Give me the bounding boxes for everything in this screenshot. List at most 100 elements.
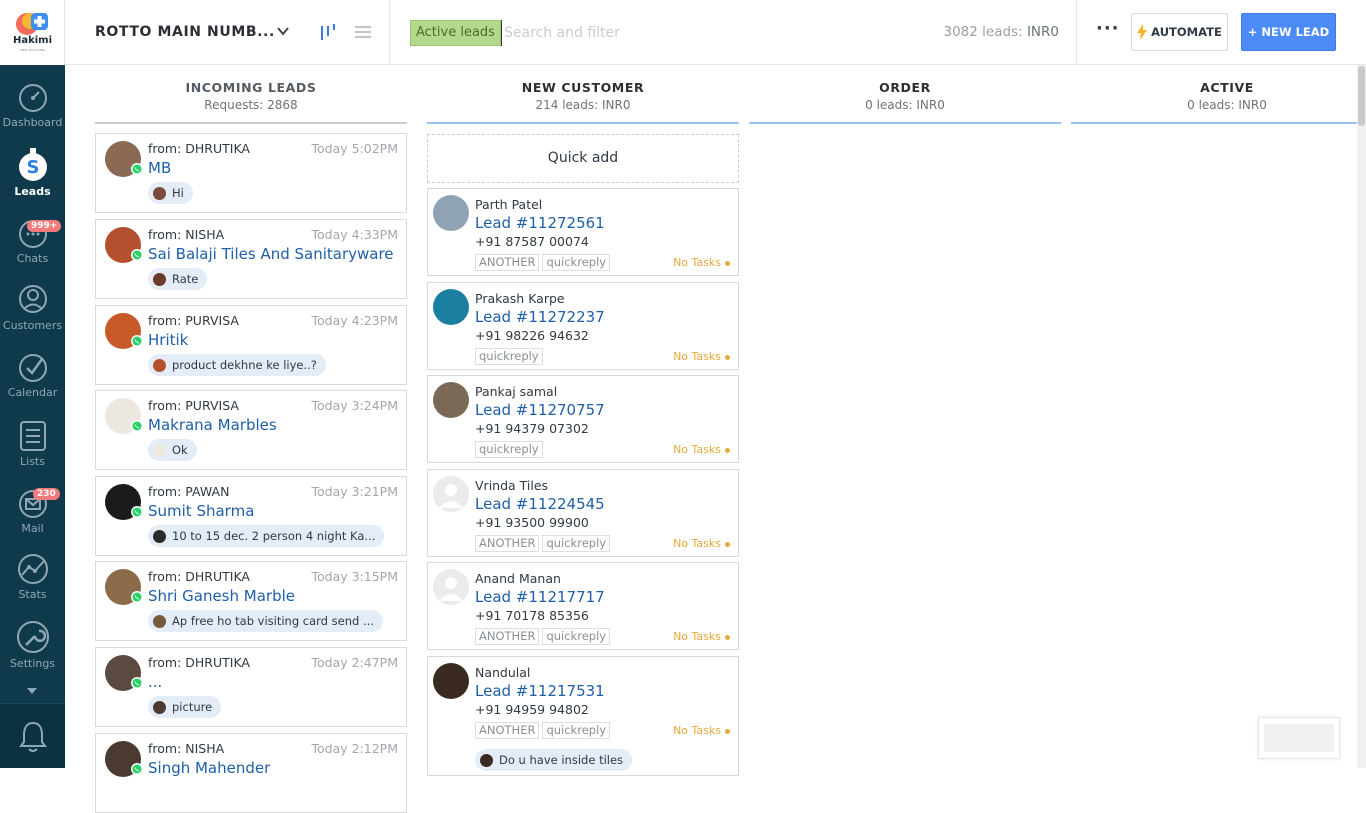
kanban-view-icon[interactable] — [319, 24, 337, 40]
contact-name: Parth Patel — [475, 197, 543, 212]
automate-button[interactable]: AUTOMATE — [1131, 13, 1228, 51]
contact-name: Anand Manan — [475, 571, 561, 586]
last-message-text: Ap free ho tab visiting card send ... — [172, 614, 374, 628]
new-lead-button[interactable]: + NEW LEAD — [1241, 13, 1336, 51]
board-scrollbar[interactable] — [1357, 65, 1366, 768]
lead-number-link[interactable]: Lead #11272237 — [475, 308, 605, 326]
chats-count-badge: 999+ — [27, 220, 62, 232]
lead-number-link[interactable]: Lead #11217717 — [475, 588, 605, 606]
last-message[interactable]: Ap free ho tab visiting card send ... — [148, 610, 383, 632]
lead-card[interactable]: Prakash Karpe Lead #11272237 +91 98226 946… — [427, 282, 739, 370]
notifications-button[interactable] — [0, 703, 65, 768]
lead-card[interactable]: Parth Patel Lead #11272561 +91 87587 00074… — [427, 188, 739, 276]
last-message[interactable]: product dekhne ke liye..? — [148, 354, 326, 376]
lead-card[interactable]: Vrinda Tiles Lead #11224545 +91 93500 9990… — [427, 469, 739, 557]
lead-number-link[interactable]: Lead #11217531 — [475, 682, 605, 700]
column-title: NEW CUSTOMER — [521, 80, 645, 95]
last-message[interactable]: picture — [148, 696, 222, 718]
incoming-lead-card[interactable]: from: DHRUTIKA Today 5:02PM MB Hi — [95, 133, 407, 213]
lead-tag[interactable]: ANOTHER — [475, 722, 540, 739]
incoming-lead-card[interactable]: from: NISHA Today 4:33PM Sai Balaji Tiles … — [95, 219, 407, 299]
nav-calendar[interactable]: Calendar — [0, 353, 65, 399]
settings-wrench-icon — [16, 621, 49, 653]
scrollbar-thumb[interactable] — [1358, 66, 1365, 126]
incoming-lead-card[interactable]: from: PAWAN Today 3:21PM Sumit Sharma 10 to… — [95, 476, 407, 556]
contact-name: Pankaj samal — [475, 384, 558, 399]
nav-lists[interactable]: Lists — [0, 420, 65, 468]
lead-tag[interactable]: quickreply — [542, 535, 611, 552]
leads-dollar-icon: S — [18, 148, 47, 181]
message-sender-avatar — [153, 358, 166, 372]
incoming-lead-card[interactable]: from: DHRUTIKA Today 3:15PM Shri Ganesh Ma… — [95, 561, 407, 641]
lead-title[interactable]: Makrana Marbles — [148, 416, 277, 434]
nav-mail[interactable]: Mail 230 — [0, 488, 65, 535]
nav-leads[interactable]: S Leads — [0, 148, 65, 198]
last-message[interactable]: Rate — [148, 268, 208, 290]
brand-subtitle: WEB SOLUTIONS — [19, 48, 46, 52]
task-status[interactable]: No Tasks — [673, 443, 730, 456]
incoming-lead-card[interactable]: from: NISHA Today 2:12PM Singh Mahender — [95, 733, 407, 813]
task-status[interactable]: No Tasks — [673, 350, 730, 363]
incoming-lead-card[interactable]: from: PURVISA Today 4:23PM Hritik product d… — [95, 305, 407, 385]
lead-title[interactable]: ... — [148, 673, 162, 691]
lead-tag[interactable]: ANOTHER — [475, 628, 540, 645]
nav-settings-label: Settings — [9, 657, 56, 670]
whatsapp-icon — [131, 420, 143, 432]
task-status[interactable]: No Tasks — [673, 724, 730, 737]
search-input[interactable] — [501, 20, 921, 46]
chevron-down-icon[interactable] — [276, 24, 290, 38]
list-view-icon[interactable] — [355, 25, 371, 39]
nav-settings[interactable]: Settings — [0, 620, 65, 670]
lead-tag[interactable]: quickreply — [542, 722, 611, 739]
last-message[interactable]: Hi — [148, 182, 193, 204]
lead-tag[interactable]: quickreply — [475, 348, 543, 365]
toolbar-divider — [389, 0, 390, 65]
task-status[interactable]: No Tasks — [673, 630, 730, 643]
active-leads-filter-chip[interactable]: Active leads — [410, 20, 501, 46]
pipeline-name[interactable]: ROTTO MAIN NUMB... — [95, 24, 275, 40]
toolbar-divider — [1076, 0, 1077, 65]
lead-card[interactable]: Pankaj samal Lead #11270757 +91 94379 0730… — [427, 375, 739, 463]
lead-number-link[interactable]: Lead #11224545 — [475, 495, 605, 513]
lead-title[interactable]: Singh Mahender — [148, 759, 270, 777]
lead-time: Today 2:12PM — [311, 741, 398, 756]
last-message[interactable]: 10 to 15 dec. 2 person 4 night Ka... — [148, 525, 385, 547]
default-avatar-icon — [433, 569, 469, 605]
incoming-lead-card[interactable]: from: PURVISA Today 3:24PM Makrana Marbles… — [95, 390, 407, 470]
lead-title[interactable]: Sumit Sharma — [148, 502, 254, 520]
column-title: ORDER — [879, 80, 931, 95]
last-message[interactable]: Ok — [148, 439, 197, 461]
more-options-button[interactable]: ··· — [1096, 20, 1120, 38]
task-status[interactable]: No Tasks — [673, 256, 730, 269]
sidebar-more-chevron-icon[interactable] — [27, 688, 37, 694]
brand-logo[interactable]: Hakimi WEB SOLUTIONS — [0, 0, 65, 65]
message-sender-avatar — [153, 614, 166, 628]
lead-card[interactable]: Nandulal Lead #11217531 +91 94959 94802 ANO… — [427, 656, 739, 776]
nav-customers[interactable]: Customers — [0, 284, 65, 332]
quick-add-button[interactable]: Quick add — [427, 134, 739, 183]
incoming-lead-card[interactable]: from: DHRUTIKA Today 2:47PM... picture — [95, 647, 407, 727]
lead-title[interactable]: MB — [148, 159, 171, 177]
lead-tag[interactable]: quickreply — [542, 628, 611, 645]
lead-tag[interactable]: quickreply — [542, 254, 611, 271]
lists-icon — [19, 421, 46, 451]
corner-widget[interactable] — [1258, 717, 1340, 759]
lead-number-link[interactable]: Lead #11270757 — [475, 401, 605, 419]
lead-title[interactable]: Hritik — [148, 331, 188, 349]
default-avatar-icon — [433, 476, 469, 512]
lead-number-link[interactable]: Lead #11272561 — [475, 214, 605, 232]
nav-chats-label: Chats — [16, 252, 49, 265]
avatar — [433, 289, 469, 325]
task-status[interactable]: No Tasks — [673, 537, 730, 550]
lead-title[interactable]: Sai Balaji Tiles And Sanitaryware — [148, 245, 394, 263]
lead-card[interactable]: Anand Manan Lead #11217717 +91 70178 85356… — [427, 562, 739, 650]
nav-stats[interactable]: Stats — [0, 553, 65, 601]
lead-tag[interactable]: quickreply — [475, 441, 543, 458]
contact-name: Vrinda Tiles — [475, 478, 549, 493]
nav-chats[interactable]: Chats 999+ — [0, 219, 65, 265]
last-message-text: 10 to 15 dec. 2 person 4 night Ka... — [172, 529, 376, 543]
nav-dashboard[interactable]: Dashboard — [0, 83, 65, 129]
lead-title[interactable]: Shri Ganesh Marble — [148, 587, 295, 605]
lead-tag[interactable]: ANOTHER — [475, 254, 540, 271]
lead-tag[interactable]: ANOTHER — [475, 535, 540, 552]
